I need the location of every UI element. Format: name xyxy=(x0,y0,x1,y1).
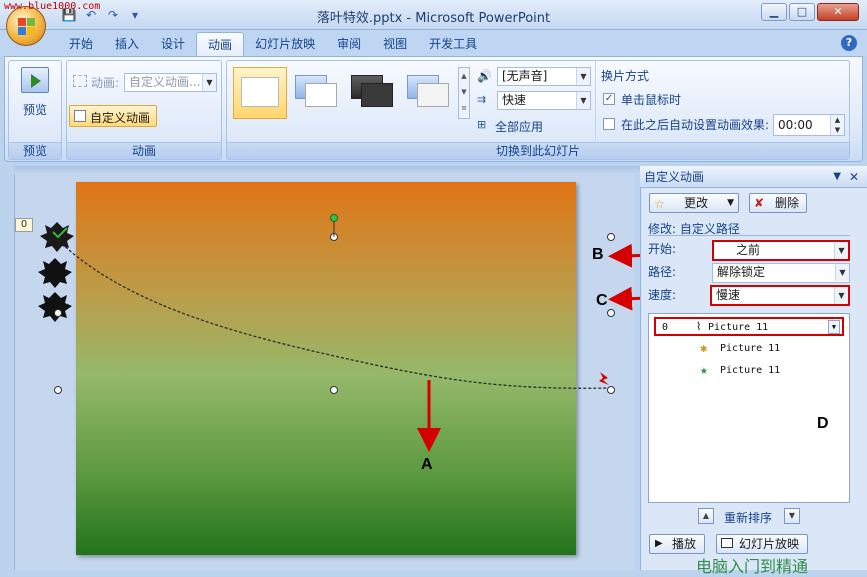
callout-label-a: A xyxy=(421,456,433,473)
list-item[interactable]: ✱ Picture 11 xyxy=(654,340,844,359)
speed-combo[interactable]: 慢速 ▼ xyxy=(710,285,850,306)
play-button[interactable]: ▶ 播放 xyxy=(649,534,705,554)
pane-title: 自定义动画 ▼ ✕ xyxy=(640,166,867,188)
animation-list[interactable]: 0 ⌇ Picture 11 ▼ ✱ Picture 11 ★ Picture … xyxy=(648,313,850,503)
custom-animation-icon xyxy=(74,110,86,122)
watermark-text: www.blue1000.com xyxy=(4,1,101,12)
remove-effect-button[interactable]: ✘ 删除 xyxy=(749,193,807,213)
remove-icon: ✘ xyxy=(754,196,765,210)
chevron-down-icon: ▼ xyxy=(727,198,734,208)
star-add-icon: ☆ xyxy=(654,197,665,211)
transition-black-thumb[interactable] xyxy=(345,67,399,119)
sound-icon: 🔊 xyxy=(477,69,492,83)
window-title: 落叶特效.pptx - Microsoft PowerPoint xyxy=(316,11,551,26)
workspace-top-edge xyxy=(14,166,640,174)
reorder-label: 重新排序 xyxy=(724,511,773,525)
office-logo-icon xyxy=(18,18,36,36)
ribbon-tabs: 开始 插入 设计 动画 幻灯片放映 审阅 视图 开发工具 xyxy=(58,32,488,57)
start-combo[interactable]: 之前 ▼ xyxy=(712,240,850,261)
preview-button[interactable]: 预览 xyxy=(9,101,61,118)
speed-label: 速度: xyxy=(648,288,677,302)
slide-canvas[interactable] xyxy=(76,182,576,555)
group-separator xyxy=(595,61,596,141)
office-button[interactable] xyxy=(6,6,46,46)
change-effect-button[interactable]: ☆ 更改 ▼ xyxy=(649,193,739,213)
group-label-transition: 切换到此幻灯片 xyxy=(227,142,849,159)
list-item-selected[interactable]: 0 ⌇ Picture 11 ▼ xyxy=(654,317,844,336)
animate-combo: 自定义动画... ▼ xyxy=(124,73,217,92)
tab-animations[interactable]: 动画 xyxy=(196,32,245,57)
move-up-button[interactable]: ▲ xyxy=(698,508,714,524)
minimize-button[interactable]: ▁ xyxy=(761,3,787,21)
bottom-watermark: 电脑入门到精通 xyxy=(696,557,809,576)
move-down-button[interactable]: ▼ xyxy=(784,508,800,524)
window-controls: ▁ □ ✕ xyxy=(761,3,859,21)
animation-order-tag[interactable]: 0 xyxy=(15,218,33,232)
list-item[interactable]: ★ Picture 11 xyxy=(654,362,844,381)
on-click-checkbox[interactable]: ✓ xyxy=(603,93,615,105)
spin-effect-icon: ✱ xyxy=(700,341,708,355)
tab-home[interactable]: 开始 xyxy=(58,32,104,56)
transition-dissolve-thumb[interactable] xyxy=(401,67,455,119)
slideshow-icon xyxy=(721,538,733,548)
callout-label-b: B xyxy=(592,246,604,263)
tab-slideshow[interactable]: 幻灯片放映 xyxy=(244,32,326,56)
play-icon: ▶ xyxy=(655,538,663,549)
auto-advance-label: 在此之后自动设置动画效果: xyxy=(621,118,770,132)
help-icon[interactable]: ? xyxy=(841,35,857,51)
animate-icon xyxy=(73,75,87,87)
path-label: 路径: xyxy=(648,265,677,279)
tab-design[interactable]: 设计 xyxy=(150,32,196,56)
preview-icon xyxy=(21,67,49,93)
item-dropdown-icon[interactable]: ▼ xyxy=(828,320,840,334)
start-label: 开始: xyxy=(648,242,677,256)
animate-label: 动画: xyxy=(91,76,120,90)
slideshow-button[interactable]: 幻灯片放映 xyxy=(716,534,808,554)
close-button[interactable]: ✕ xyxy=(817,3,859,21)
callout-label-c: C xyxy=(596,292,608,309)
apply-all-button[interactable]: 全部应用 xyxy=(495,118,543,135)
path-combo[interactable]: 解除锁定 ▼ xyxy=(712,263,850,283)
group-label-animation: 动画 xyxy=(67,142,221,159)
on-click-label: 单击鼠标时 xyxy=(621,93,682,107)
advance-slide-title: 换片方式 xyxy=(601,69,650,83)
gallery-scroll[interactable]: ▲ ▼ ≡ xyxy=(458,67,470,119)
group-animation: 动画: 自定义动画... ▼ 自定义动画 动画 xyxy=(66,60,222,160)
transition-none-thumb[interactable] xyxy=(233,67,287,119)
tab-developer[interactable]: 开发工具 xyxy=(418,32,488,56)
speed-icon: ⇉ xyxy=(477,93,487,106)
transition-fade-thumb[interactable] xyxy=(289,67,343,119)
group-transition: ▲ ▼ ≡ 🔊 [无声音] ▼ ⇉ 快速 ▼ ⊞ 全部应用 换片方式 ✓ 单击鼠标时 在… xyxy=(226,60,850,160)
tab-view[interactable]: 视图 xyxy=(372,32,418,56)
tab-review[interactable]: 审阅 xyxy=(326,32,372,56)
tab-insert[interactable]: 插入 xyxy=(104,32,150,56)
transition-speed-combo[interactable]: 快速 ▼ xyxy=(497,91,591,110)
custom-animation-button[interactable]: 自定义动画 xyxy=(69,105,157,127)
auto-advance-checkbox[interactable] xyxy=(603,118,615,130)
maximize-button[interactable]: □ xyxy=(789,3,815,21)
group-label-preview: 预览 xyxy=(9,142,61,159)
pane-divider xyxy=(648,235,850,236)
auto-advance-time[interactable]: 00:00 ▲ ▼ xyxy=(773,114,845,136)
apply-all-icon: ⊞ xyxy=(477,118,487,131)
pane-menu-icon[interactable]: ▼ xyxy=(833,166,841,188)
star-effect-icon: ★ xyxy=(700,363,708,378)
pane-close-icon[interactable]: ✕ xyxy=(849,166,859,188)
motion-path-icon: ⌇ xyxy=(696,320,702,333)
group-preview: 预览 预览 xyxy=(8,60,62,160)
callout-label-d: D xyxy=(817,415,829,432)
transition-sound-combo[interactable]: [无声音] ▼ xyxy=(497,67,591,86)
